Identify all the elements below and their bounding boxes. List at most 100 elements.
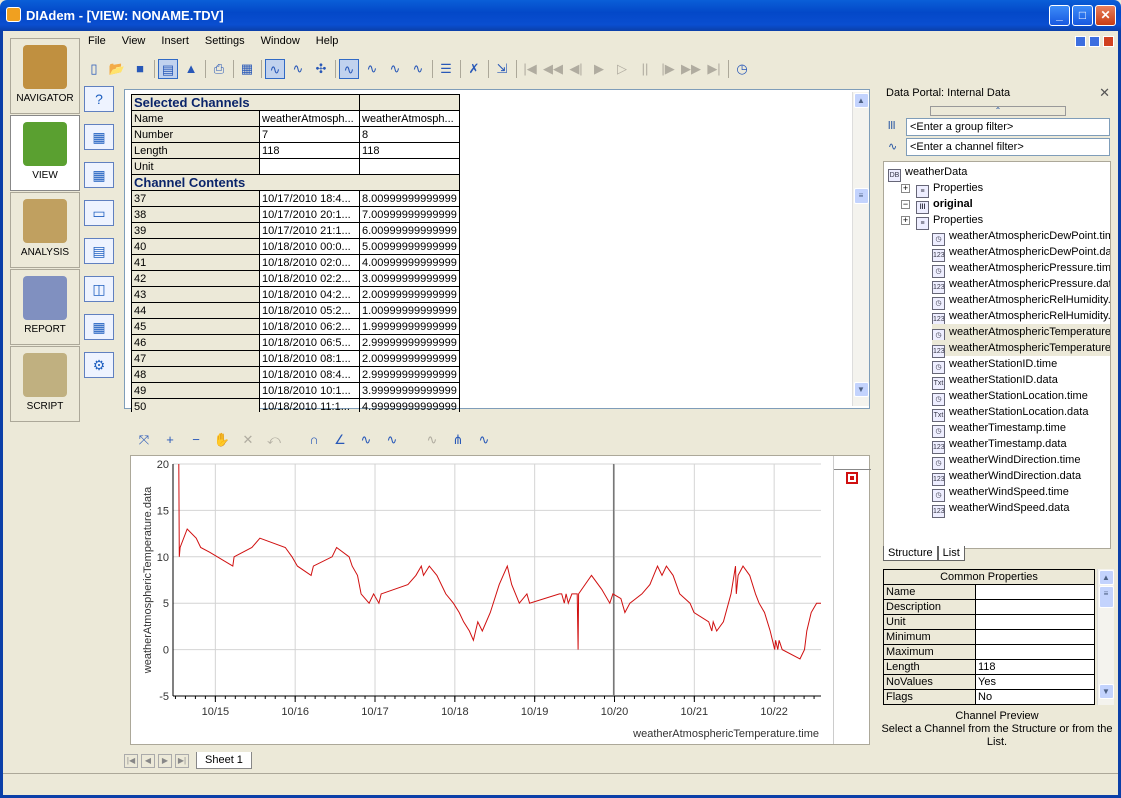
scroll-down-icon[interactable]: ▼ (853, 382, 869, 397)
table-cell[interactable]: 118 (259, 142, 360, 159)
table-cell[interactable]: 10/18/2010 08:1... (259, 350, 360, 367)
property-value[interactable] (975, 629, 1095, 645)
marker-icon[interactable]: ∿ (408, 59, 428, 79)
collapse-icon[interactable]: − (901, 200, 910, 209)
table-cell[interactable]: 2.00999999999999 (359, 286, 460, 303)
table-cell[interactable]: 4.00999999999999 (359, 254, 460, 271)
menu-help[interactable]: Help (308, 33, 347, 49)
tab-structure[interactable]: Structure (883, 546, 938, 561)
menu-file[interactable]: File (80, 33, 114, 49)
table-cell[interactable]: weatherAtmosph... (359, 110, 460, 127)
property-value[interactable] (975, 584, 1095, 600)
frame-cursor-icon[interactable]: ∿ (339, 59, 359, 79)
pan-icon[interactable]: ✋ (212, 430, 232, 450)
table-cell[interactable]: 2.99999999999999 (359, 366, 460, 383)
play-icon[interactable]: ▶ (589, 59, 609, 79)
property-value[interactable] (975, 614, 1095, 630)
property-value[interactable] (975, 599, 1095, 615)
scroll-thumb[interactable]: ≡ (1098, 586, 1114, 608)
layout-grid-icon[interactable]: ▦ (84, 162, 114, 188)
table-cell[interactable]: 6.00999999999999 (359, 222, 460, 239)
table-cell[interactable]: 10/18/2010 02:0... (259, 254, 360, 271)
fast-forward-icon[interactable]: ▶▶ (681, 59, 701, 79)
delete-curve-icon[interactable]: ✗ (464, 59, 484, 79)
channel-table-icon[interactable]: ▤ (158, 59, 178, 79)
layout-settings-icon[interactable]: ⚙ (84, 352, 114, 378)
tree-item[interactable]: Txt weatherStationID.data (932, 372, 1058, 390)
table-cell[interactable]: 8.00999999999999 (359, 190, 460, 207)
table-cell[interactable]: 7.00999999999999 (359, 206, 460, 223)
table-cell[interactable]: 10/18/2010 00:0... (259, 238, 360, 255)
property-value[interactable]: Yes (975, 674, 1095, 690)
tree-item[interactable]: 123 weatherAtmosphericPressure.data (932, 276, 1110, 294)
table-scrollbar[interactable]: ▲ ≡ ▼ (852, 92, 869, 406)
open-icon[interactable]: 📂 (107, 59, 127, 79)
zoom-out-icon[interactable]: − (186, 430, 206, 450)
nav-analysis[interactable]: ANALYSIS (10, 192, 80, 268)
table-cell[interactable]: weatherAtmosph... (259, 110, 360, 127)
last-icon[interactable]: ▶| (704, 59, 724, 79)
mdi-close-button[interactable] (1103, 36, 1114, 47)
table-cell[interactable]: 10/17/2010 18:4... (259, 190, 360, 207)
band-cursor-icon[interactable]: ∿ (288, 59, 308, 79)
table-cell[interactable]: 10/18/2010 06:5... (259, 334, 360, 351)
tree-item[interactable]: ◷weatherAtmosphericTemperature.time (932, 324, 1110, 342)
mdi-restore-button[interactable] (1089, 36, 1100, 47)
property-value[interactable]: 118 (975, 659, 1095, 675)
tree-item[interactable]: 123 weatherTimestamp.data (932, 436, 1067, 454)
tree-item[interactable]: 123 weatherWindSpeed.data (932, 500, 1069, 518)
curve-icon[interactable]: ∩ (304, 430, 324, 450)
tree-item[interactable]: ◷weatherAtmosphericRelHumidity.time (932, 292, 1110, 310)
table-cell[interactable]: 2.99999999999999 (359, 334, 460, 351)
fast-back-icon[interactable]: ◀◀ (543, 59, 563, 79)
layout-single-icon[interactable]: ▭ (84, 200, 114, 226)
band-icon[interactable]: ⋔ (448, 430, 468, 450)
undo-zoom-icon[interactable]: ⤺ (264, 430, 284, 450)
channel-filter-input[interactable]: <Enter a channel filter> (906, 138, 1110, 156)
table-cell[interactable]: 3.00999999999999 (359, 270, 460, 287)
save-icon[interactable]: ■ (130, 59, 150, 79)
tree-item[interactable]: ◷ weatherAtmosphericPressure.time (932, 260, 1110, 278)
layout-three-icon[interactable]: ◫ (84, 276, 114, 302)
tree-item[interactable]: 123weatherAtmosphericTemperature.data (932, 340, 1110, 358)
table-cell[interactable]: 10/18/2010 08:4... (259, 366, 360, 383)
disabled-icon[interactable]: ▲ (181, 59, 201, 79)
table-cell[interactable]: 10/18/2010 06:2... (259, 318, 360, 335)
play-frame-icon[interactable]: ▷ (612, 59, 632, 79)
splitter[interactable] (124, 412, 870, 418)
print-icon[interactable]: ⎙ (209, 59, 229, 79)
table-cell[interactable] (259, 158, 360, 175)
tree-item[interactable]: lll original (916, 196, 973, 214)
tree-item[interactable]: 123 weatherWindDirection.data (932, 468, 1081, 486)
prev-sheet-icon[interactable]: ◀ (141, 754, 155, 768)
timer-icon[interactable]: ◷ (732, 59, 752, 79)
property-value[interactable]: No (975, 689, 1095, 705)
tree-item[interactable]: ◷ weatherStationID.time (932, 356, 1057, 374)
table-cell[interactable]: 8 (359, 126, 460, 143)
property-value[interactable] (975, 644, 1095, 660)
close-portal-icon[interactable]: ✕ (1099, 85, 1110, 101)
layout-quad-icon[interactable]: ▦ (84, 314, 114, 340)
table-cell[interactable]: 2.00999999999999 (359, 350, 460, 367)
scroll-down-icon[interactable]: ▼ (1098, 684, 1114, 699)
last-sheet-icon[interactable]: ▶| (175, 754, 189, 768)
table-cell[interactable]: 7 (259, 126, 360, 143)
table-cell[interactable]: 10/18/2010 02:2... (259, 270, 360, 287)
close-button[interactable]: ✕ (1095, 5, 1116, 26)
menu-insert[interactable]: Insert (153, 33, 197, 49)
pause-icon[interactable]: || (635, 59, 655, 79)
axis-icon[interactable]: ∠ (330, 430, 350, 450)
group-filter-input[interactable]: <Enter a group filter> (906, 118, 1110, 136)
tree-item[interactable]: ◷ weatherTimestamp.time (932, 420, 1066, 438)
min-max-icon[interactable]: ∿ (385, 59, 405, 79)
scroll-up-icon[interactable]: ▲ (1098, 570, 1114, 585)
layout-split-icon[interactable]: ▤ (84, 238, 114, 264)
menu-view[interactable]: View (114, 33, 154, 49)
table-cell[interactable]: 1.00999999999999 (359, 302, 460, 319)
table-cell[interactable]: 10/17/2010 21:1... (259, 222, 360, 239)
next-sheet-icon[interactable]: ▶ (158, 754, 172, 768)
zoom-mode-icon[interactable]: ⤧ (134, 430, 154, 450)
tree-item[interactable]: Txt weatherStationLocation.data (932, 404, 1088, 422)
tree-item[interactable]: ◷ weatherStationLocation.time (932, 388, 1088, 406)
properties-scrollbar[interactable]: ▲ ≡ ▼ (1097, 569, 1114, 705)
